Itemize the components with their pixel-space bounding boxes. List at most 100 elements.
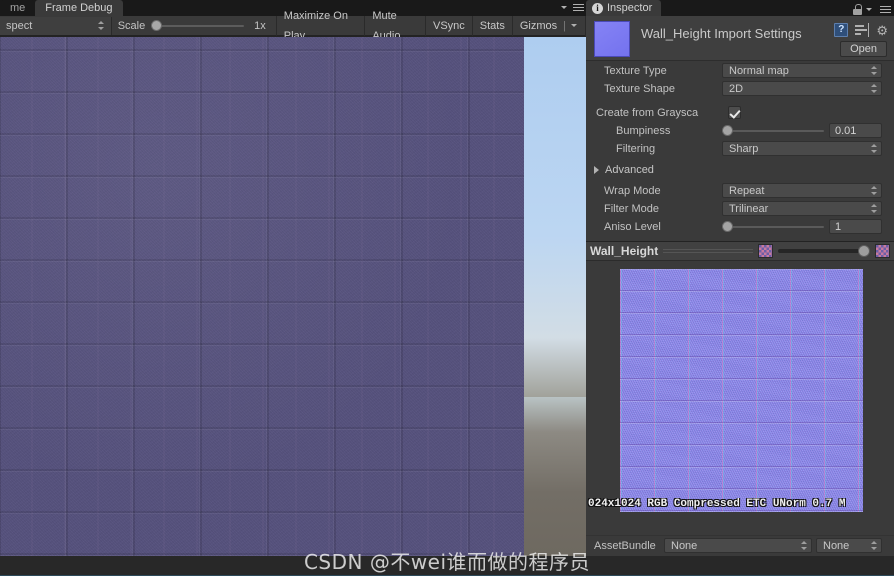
assetbundle-name-dropdown[interactable]: None bbox=[664, 538, 812, 553]
mip-level-slider-knob[interactable] bbox=[858, 244, 870, 257]
updown-arrows-icon bbox=[871, 203, 878, 214]
game-view-toolbar: spect Scale 1x Maximize On Play Mute Aud… bbox=[0, 10, 586, 42]
filter-mode-dropdown[interactable]: Trilinear bbox=[722, 201, 882, 216]
bumpiness-slider-track bbox=[722, 129, 824, 132]
inspector-tabbar: i Inspector bbox=[586, 0, 894, 16]
row-create-from-grayscale: Create from Graysca bbox=[586, 104, 894, 121]
bumpiness-slider[interactable] bbox=[722, 124, 824, 137]
game-panel-tab-options[interactable] bbox=[561, 1, 584, 13]
updown-arrows-icon bbox=[871, 143, 878, 154]
filtering-value: Sharp bbox=[729, 142, 759, 155]
bumpiness-slider-knob[interactable] bbox=[722, 125, 733, 136]
assetbundle-row: AssetBundle None None bbox=[586, 535, 894, 555]
filtering-label: Filtering bbox=[616, 142, 656, 155]
updown-arrows-icon bbox=[871, 83, 878, 94]
aspect-dropdown[interactable]: spect bbox=[0, 16, 112, 35]
texture-type-dropdown[interactable]: Normal map bbox=[722, 63, 882, 78]
normal-map-preview-image[interactable] bbox=[620, 269, 863, 512]
scale-value: 1x bbox=[254, 19, 266, 32]
info-icon: i bbox=[592, 2, 603, 14]
preview-divider bbox=[663, 249, 753, 253]
asset-thumbnail[interactable] bbox=[594, 21, 630, 57]
aniso-level-label: Aniso Level bbox=[604, 220, 661, 233]
tab-game[interactable]: me bbox=[0, 0, 36, 16]
row-filtering: Filtering Sharp bbox=[586, 140, 894, 157]
texture-shape-label: Texture Shape bbox=[604, 82, 675, 95]
wall-surface-noise bbox=[0, 37, 524, 556]
row-texture-shape: Texture Shape 2D bbox=[586, 80, 894, 97]
tab-inspector[interactable]: i Inspector bbox=[586, 0, 662, 16]
mute-audio-button[interactable]: Mute Audio bbox=[364, 10, 425, 42]
chevron-down-icon[interactable] bbox=[571, 24, 577, 27]
filtering-dropdown[interactable]: Sharp bbox=[722, 141, 882, 156]
vsync-label: VSync bbox=[432, 19, 465, 32]
assetbundle-name-value: None bbox=[671, 539, 698, 552]
row-texture-type: Texture Type Normal map bbox=[586, 62, 894, 79]
texture-type-value: Normal map bbox=[729, 64, 789, 77]
gizmos-button[interactable]: Gizmos | bbox=[511, 15, 586, 36]
scale-label: Scale bbox=[117, 19, 146, 32]
hamburger-menu-icon[interactable] bbox=[877, 3, 891, 15]
unity-editor-window: me Frame Debug spect Scale 1x Maximize O… bbox=[0, 0, 894, 576]
chevron-down-icon bbox=[561, 5, 567, 9]
texture-type-label: Texture Type bbox=[604, 64, 667, 77]
create-from-grayscale-checkbox[interactable] bbox=[728, 106, 741, 119]
assetbundle-variant-dropdown[interactable]: None bbox=[816, 538, 882, 553]
scale-slider-track bbox=[151, 24, 245, 27]
tab-frame-debug[interactable]: Frame Debug bbox=[35, 0, 123, 16]
aniso-level-slider-knob[interactable] bbox=[722, 221, 733, 232]
bumpiness-label: Bumpiness bbox=[616, 124, 671, 137]
vsync-button[interactable]: VSync bbox=[424, 15, 472, 36]
updown-arrows-icon bbox=[871, 65, 878, 76]
row-bumpiness: Bumpiness 0.01 bbox=[586, 122, 894, 139]
wrap-mode-label: Wrap Mode bbox=[604, 184, 661, 197]
advanced-foldout-label: Advanced bbox=[605, 164, 654, 176]
wrap-mode-dropdown[interactable]: Repeat bbox=[722, 183, 882, 198]
scale-slider-knob[interactable] bbox=[151, 19, 163, 31]
inspector-panel: i Inspector Wall_Height Import Settings … bbox=[586, 0, 894, 576]
tab-game-label: me bbox=[10, 2, 26, 14]
aniso-level-control: 1 bbox=[722, 219, 882, 234]
bottom-status-bar bbox=[0, 556, 894, 576]
gizmos-label: Gizmos bbox=[519, 19, 558, 32]
preset-icon[interactable] bbox=[855, 23, 870, 37]
assetbundle-label: AssetBundle bbox=[594, 539, 656, 552]
help-book-icon[interactable]: ? bbox=[834, 23, 849, 37]
ground-plane bbox=[524, 397, 586, 556]
preview-header[interactable]: Wall_Height bbox=[586, 242, 894, 261]
gear-icon[interactable]: ⚙ bbox=[876, 24, 888, 37]
maximize-on-play-button[interactable]: Maximize On Play bbox=[275, 10, 365, 42]
scale-slider[interactable] bbox=[151, 19, 245, 33]
open-button[interactable]: Open bbox=[840, 41, 887, 57]
updown-arrows-icon bbox=[871, 540, 878, 551]
game-view-render-area[interactable] bbox=[0, 37, 586, 556]
alpha-checkerboard-icon[interactable] bbox=[875, 244, 890, 258]
filter-mode-label: Filter Mode bbox=[604, 202, 660, 215]
advanced-foldout[interactable]: Advanced bbox=[586, 161, 894, 179]
triangle-right-icon bbox=[594, 166, 599, 174]
updown-arrows-icon bbox=[871, 185, 878, 196]
filter-mode-value: Trilinear bbox=[729, 202, 769, 215]
hamburger-menu-icon[interactable] bbox=[570, 1, 584, 13]
wrap-mode-value: Repeat bbox=[729, 184, 765, 197]
inspector-tab-options bbox=[853, 3, 891, 15]
stats-button[interactable]: Stats bbox=[471, 15, 512, 36]
lock-icon[interactable] bbox=[853, 3, 862, 15]
aspect-dropdown-label: spect bbox=[6, 19, 33, 32]
row-filter-mode: Filter Mode Trilinear bbox=[586, 200, 894, 217]
bumpiness-value-field[interactable]: 0.01 bbox=[829, 123, 882, 138]
game-view-panel: me Frame Debug spect Scale 1x Maximize O… bbox=[0, 0, 586, 576]
texture-shape-dropdown[interactable]: 2D bbox=[722, 81, 882, 96]
updown-arrows-icon bbox=[97, 20, 105, 31]
texture-info-caption: 024x1024 RGB Compressed ETC UNorm 0.7 M bbox=[588, 498, 846, 510]
asset-header: Wall_Height Import Settings ? ⚙ Open bbox=[586, 16, 894, 61]
checkerboard-icon[interactable] bbox=[758, 244, 773, 258]
page-title: Wall_Height Import Settings bbox=[641, 26, 802, 41]
mip-level-slider[interactable] bbox=[778, 244, 870, 258]
aniso-level-slider[interactable] bbox=[722, 220, 824, 233]
import-settings-form: Texture Type Normal map Texture Shape 2D… bbox=[586, 62, 894, 236]
aniso-level-value-field[interactable]: 1 bbox=[829, 219, 882, 234]
bumpiness-control: 0.01 bbox=[722, 123, 882, 138]
asset-preview-panel: Wall_Height 024x1024 RGB Compressed ETC … bbox=[586, 241, 894, 526]
stats-label: Stats bbox=[479, 19, 505, 32]
